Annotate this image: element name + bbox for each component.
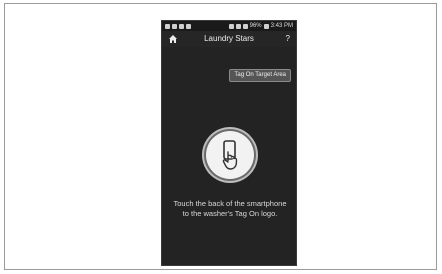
system-icons: 96% 3:43 PM <box>228 21 293 31</box>
nfc-icon <box>228 23 234 29</box>
notification-icon <box>179 23 184 29</box>
figure-frame: 96% 3:43 PM Laundry Stars ? Tag On Targe… <box>4 3 437 270</box>
notification-icon <box>186 23 191 29</box>
status-time: 3:43 PM <box>270 23 293 29</box>
tag-on-circle[interactable] <box>206 131 254 179</box>
notification-icon <box>172 23 177 29</box>
status-bar: 96% 3:43 PM <box>162 21 296 31</box>
app-bar: Laundry Stars ? <box>162 31 296 47</box>
tag-on-target-area-button[interactable]: Tag On Target Area <box>229 69 291 82</box>
notification-icon <box>165 23 170 29</box>
battery-icon <box>263 23 269 29</box>
phone-hand-icon <box>222 140 238 170</box>
signal-icon <box>242 23 248 29</box>
help-icon[interactable]: ? <box>286 31 290 47</box>
notification-icons <box>165 21 191 31</box>
phone-screen: 96% 3:43 PM Laundry Stars ? Tag On Targe… <box>161 20 297 266</box>
instruction-text: Touch the back of the smartphone to the … <box>173 199 287 218</box>
battery-level: 96% <box>249 23 262 29</box>
app-title: Laundry Stars <box>204 34 254 43</box>
wifi-icon <box>235 23 241 29</box>
